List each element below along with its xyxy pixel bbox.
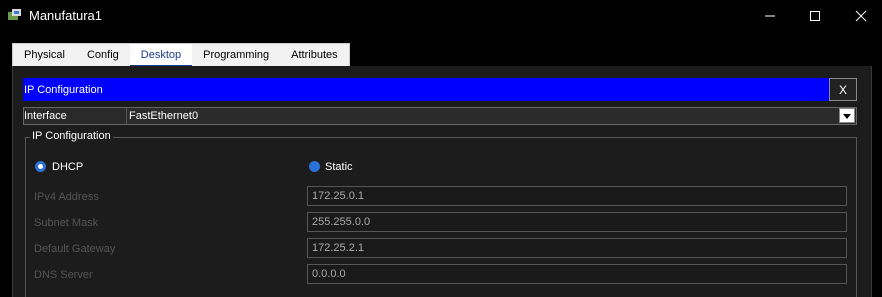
minimize-icon — [765, 15, 775, 17]
maximize-button[interactable] — [792, 0, 838, 32]
interface-select[interactable] — [126, 108, 856, 124]
dropdown-arrow-icon[interactable] — [839, 108, 855, 123]
tab-programming[interactable]: Programming — [192, 44, 280, 67]
interface-select-value: FastEthernet0 — [129, 110, 199, 122]
default-gateway-label: Default Gateway — [34, 243, 116, 255]
dns-server-field[interactable]: 0.0.0.0 — [307, 264, 847, 284]
subnet-mask-field[interactable]: 255.255.0.0 — [307, 212, 847, 232]
minimize-button[interactable] — [747, 0, 793, 32]
static-radio-label[interactable]: Static — [325, 161, 353, 173]
tab-attributes[interactable]: Attributes — [280, 44, 348, 67]
maximize-icon — [810, 11, 820, 21]
window-title: Manufatura1 — [29, 8, 102, 23]
ip-config-header-title: IP Configuration — [24, 84, 103, 96]
dhcp-radio[interactable] — [35, 161, 46, 172]
ip-config-header-bar — [23, 78, 829, 101]
ip-config-group-title: IP Configuration — [30, 130, 113, 142]
close-window-button[interactable] — [838, 0, 882, 32]
subnet-mask-label: Subnet Mask — [34, 217, 99, 229]
tab-config[interactable]: Config — [76, 44, 130, 67]
static-radio[interactable] — [309, 161, 320, 172]
default-gateway-field[interactable]: 172.25.2.1 — [307, 238, 847, 258]
tab-physical[interactable]: Physical — [13, 44, 76, 67]
ipv4-address-field[interactable]: 172.25.0.1 — [307, 186, 847, 206]
interface-label: Interface — [24, 110, 67, 122]
close-ip-config-button[interactable]: X — [829, 78, 857, 101]
app-icon — [8, 9, 21, 20]
tab-strip: Physical Config Desktop Programming Attr… — [12, 43, 350, 68]
dns-server-label: DNS Server — [34, 269, 93, 281]
tab-desktop[interactable]: Desktop — [129, 44, 193, 68]
ipv4-address-label: IPv4 Address — [34, 191, 99, 203]
dhcp-radio-label[interactable]: DHCP — [52, 161, 83, 173]
close-icon — [855, 10, 867, 22]
